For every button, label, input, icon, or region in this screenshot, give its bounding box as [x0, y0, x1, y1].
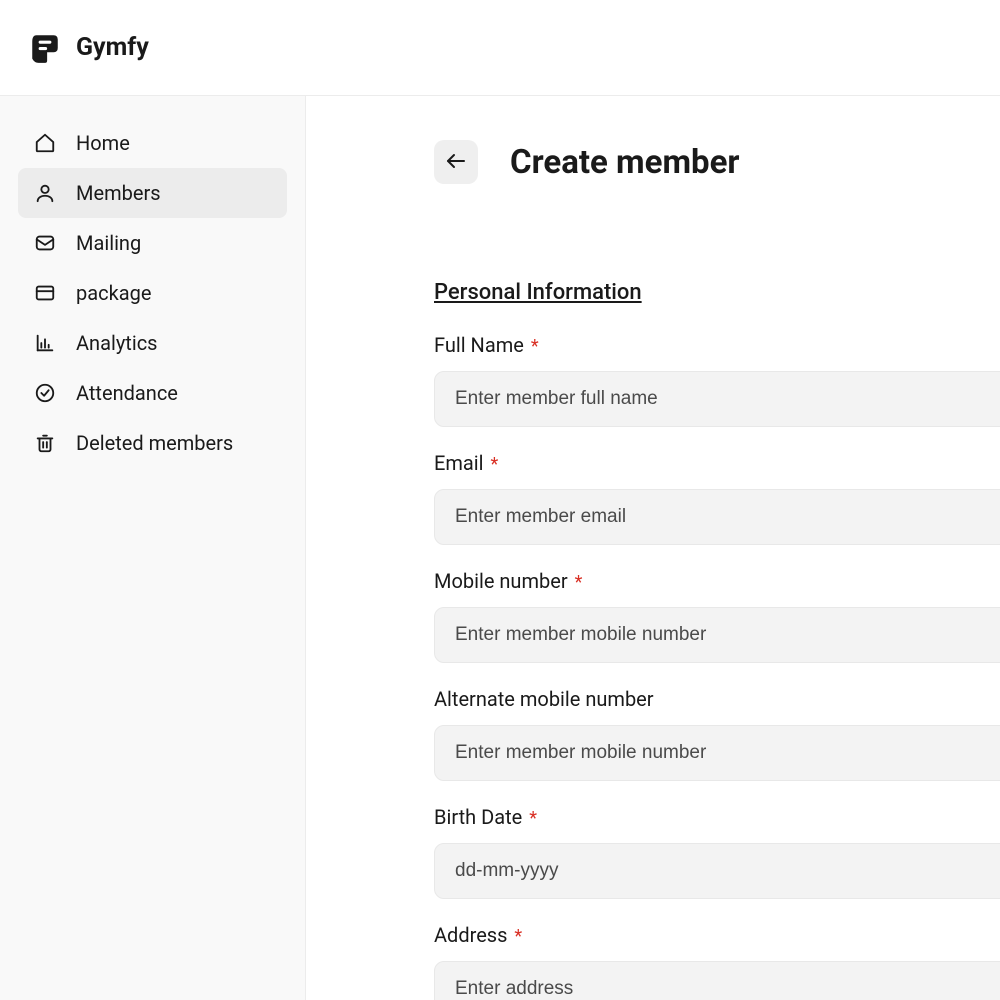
- field-full-name: Full Name *: [434, 333, 1000, 427]
- required-marker: *: [531, 336, 539, 357]
- field-birth-date: Birth Date *: [434, 805, 1000, 899]
- trash-icon: [34, 432, 56, 454]
- email-input[interactable]: [434, 489, 1000, 545]
- field-label: Full Name *: [434, 333, 1000, 357]
- home-icon: [34, 132, 56, 154]
- field-label: Address *: [434, 923, 1000, 947]
- brand-wrap[interactable]: Gymfy: [28, 31, 149, 65]
- main-content: Create member Personal Information Full …: [306, 96, 1000, 1000]
- field-label: Email *: [434, 451, 1000, 475]
- back-button[interactable]: [434, 140, 478, 184]
- field-mobile: Mobile number *: [434, 569, 1000, 663]
- required-marker: *: [514, 926, 522, 947]
- field-label: Birth Date *: [434, 805, 1000, 829]
- sidebar-item-label: Analytics: [76, 331, 158, 355]
- required-marker: *: [490, 454, 498, 475]
- check-circle-icon: [34, 382, 56, 404]
- field-email: Email *: [434, 451, 1000, 545]
- sidebar: Home Members Mailing package Analytics: [0, 96, 306, 1000]
- full-name-input[interactable]: [434, 371, 1000, 427]
- mail-icon: [34, 232, 56, 254]
- sidebar-item-analytics[interactable]: Analytics: [18, 318, 287, 368]
- mobile-input[interactable]: [434, 607, 1000, 663]
- sidebar-item-mailing[interactable]: Mailing: [18, 218, 287, 268]
- sidebar-item-label: Deleted members: [76, 431, 233, 455]
- page-header: Create member: [434, 140, 1000, 184]
- sidebar-item-home[interactable]: Home: [18, 118, 287, 168]
- user-icon: [34, 182, 56, 204]
- field-address: Address *: [434, 923, 1000, 1000]
- sidebar-item-label: Members: [76, 181, 161, 205]
- app-header: Gymfy: [0, 0, 1000, 96]
- sidebar-item-package[interactable]: package: [18, 268, 287, 318]
- sidebar-item-label: Attendance: [76, 381, 178, 405]
- brand-logo-icon: [28, 31, 62, 65]
- field-label: Mobile number *: [434, 569, 1000, 593]
- package-icon: [34, 282, 56, 304]
- alt-mobile-input[interactable]: [434, 725, 1000, 781]
- field-alt-mobile: Alternate mobile number: [434, 687, 1000, 781]
- analytics-icon: [34, 332, 56, 354]
- sidebar-item-attendance[interactable]: Attendance: [18, 368, 287, 418]
- brand-name: Gymfy: [76, 33, 149, 62]
- required-marker: *: [529, 808, 537, 829]
- section-title: Personal Information: [434, 280, 1000, 305]
- required-marker: *: [575, 572, 583, 593]
- address-input[interactable]: [434, 961, 1000, 1000]
- birth-date-input[interactable]: [434, 843, 1000, 899]
- sidebar-item-label: Home: [76, 131, 130, 155]
- arrow-left-icon: [444, 149, 468, 176]
- field-label: Alternate mobile number: [434, 687, 1000, 711]
- sidebar-item-label: Mailing: [76, 231, 141, 255]
- page-title: Create member: [510, 143, 740, 182]
- sidebar-item-label: package: [76, 281, 151, 305]
- sidebar-item-members[interactable]: Members: [18, 168, 287, 218]
- sidebar-item-deleted-members[interactable]: Deleted members: [18, 418, 287, 468]
